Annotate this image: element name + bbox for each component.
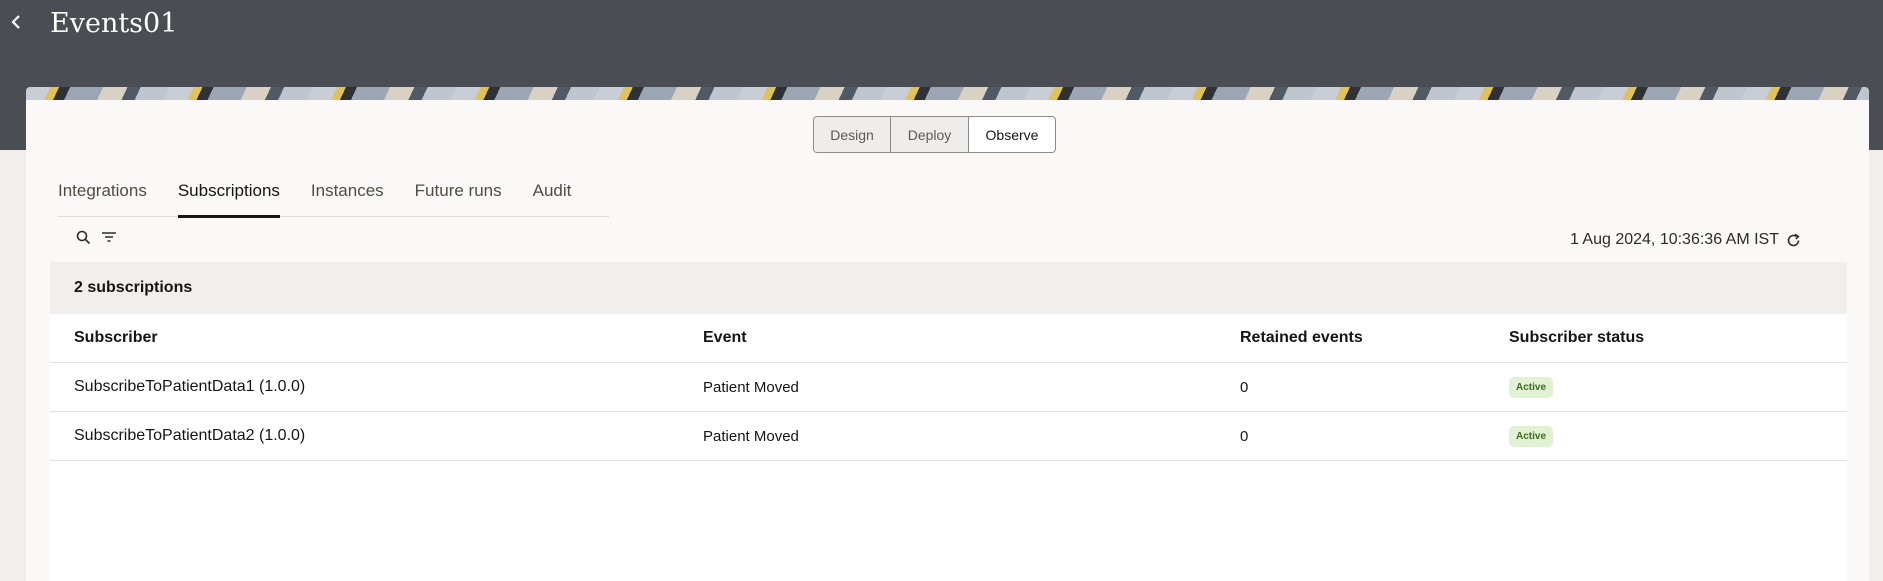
table-header-row: Subscriber Event Retained events Subscri… bbox=[50, 314, 1847, 363]
retained-events-count: 0 bbox=[1240, 427, 1249, 445]
mode-design-button[interactable]: Design bbox=[814, 117, 891, 152]
tab-integrations[interactable]: Integrations bbox=[58, 175, 147, 217]
column-header-subscriber-status[interactable]: Subscriber status bbox=[1509, 314, 1644, 362]
last-refreshed-timestamp: 1 Aug 2024, 10:36:36 AM IST bbox=[1569, 231, 1779, 248]
tab-instances[interactable]: Instances bbox=[311, 175, 384, 217]
refresh-icon[interactable] bbox=[1783, 230, 1803, 250]
subscriptions-table: Subscriber Event Retained events Subscri… bbox=[50, 314, 1847, 581]
tab-future-runs[interactable]: Future runs bbox=[415, 175, 502, 217]
filter-icon[interactable] bbox=[100, 228, 118, 246]
main-card: Design Deploy Observe Integrations Subsc… bbox=[26, 100, 1869, 581]
page-title: Events01 bbox=[50, 8, 178, 39]
status-cell: Active bbox=[1509, 412, 1554, 460]
table-tools bbox=[74, 228, 118, 246]
subscriber-name[interactable]: SubscribeToPatientData2 (1.0.0) bbox=[74, 412, 305, 460]
column-header-event[interactable]: Event bbox=[703, 314, 747, 362]
table-row[interactable]: SubscribeToPatientData2 (1.0.0) Patient … bbox=[50, 412, 1847, 461]
status-badge: Active bbox=[1509, 376, 1554, 398]
mode-deploy-button[interactable]: Deploy bbox=[891, 117, 969, 152]
subscription-count: 2 subscriptions bbox=[50, 262, 1847, 314]
status-badge: Active bbox=[1509, 425, 1554, 447]
table-row[interactable]: SubscribeToPatientData1 (1.0.0) Patient … bbox=[50, 363, 1847, 412]
back-button[interactable] bbox=[4, 12, 28, 36]
subscriber-name[interactable]: SubscribeToPatientData1 (1.0.0) bbox=[74, 363, 305, 411]
mode-switch: Design Deploy Observe bbox=[813, 116, 1056, 153]
tab-bar: Integrations Subscriptions Instances Fut… bbox=[58, 175, 609, 218]
search-icon[interactable] bbox=[74, 228, 92, 246]
decorative-banner bbox=[26, 87, 1869, 100]
tab-subscriptions[interactable]: Subscriptions bbox=[177, 175, 280, 218]
tab-audit[interactable]: Audit bbox=[533, 175, 572, 217]
retained-events-count: 0 bbox=[1240, 378, 1249, 396]
event-name: Patient Moved bbox=[703, 427, 799, 445]
column-header-retained-events[interactable]: Retained events bbox=[1240, 314, 1363, 362]
event-name: Patient Moved bbox=[703, 378, 799, 396]
chevron-left-icon bbox=[10, 14, 22, 34]
column-header-subscriber[interactable]: Subscriber bbox=[74, 314, 158, 362]
mode-observe-button[interactable]: Observe bbox=[969, 117, 1055, 152]
status-cell: Active bbox=[1509, 363, 1554, 411]
